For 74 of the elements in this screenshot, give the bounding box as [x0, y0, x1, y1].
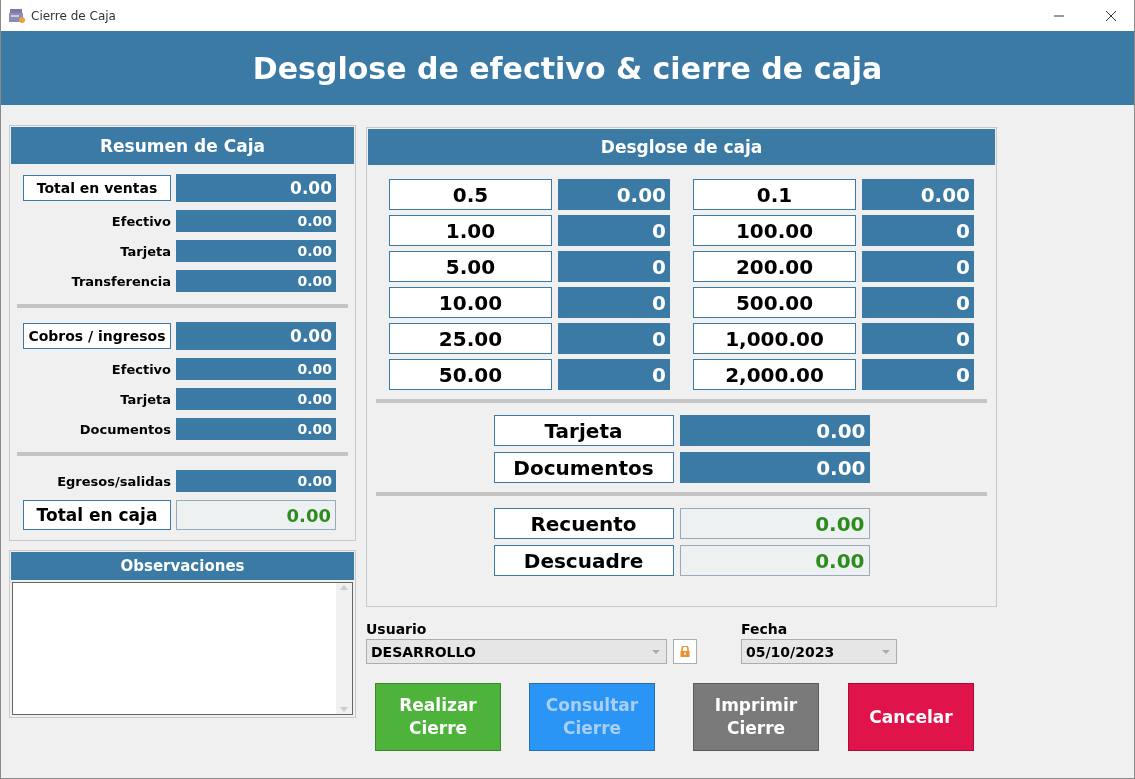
date-picker[interactable]: 05/10/2023: [741, 639, 897, 664]
scroll-down-icon[interactable]: [340, 707, 348, 712]
page-title: Desglose de efectivo & cierre de caja: [252, 50, 883, 86]
lock-button[interactable]: [673, 639, 697, 664]
summary-label: Egresos/salidas: [57, 473, 171, 489]
summary-label: Tarjeta: [120, 391, 171, 407]
count-field[interactable]: 0.00: [862, 179, 974, 210]
action-button[interactable]: Realizar Cierre: [375, 683, 501, 751]
summary-label: Documentos: [79, 421, 171, 437]
count-field[interactable]: 0: [862, 287, 974, 318]
amount-field[interactable]: 0.00: [679, 452, 870, 483]
amount-field: 0.00: [176, 270, 336, 292]
action-button[interactable]: Cancelar: [848, 683, 974, 751]
amount-field: 0.00: [176, 240, 336, 262]
window-title: Cierre de Caja: [31, 8, 117, 23]
count-field[interactable]: 0: [862, 251, 974, 282]
summary-label: Efectivo: [111, 213, 171, 229]
amount-field[interactable]: 0.00: [679, 415, 870, 446]
amount-field: 0.00: [176, 358, 336, 380]
action-button[interactable]: Imprimir Cierre: [693, 683, 819, 751]
amount-field: 0.00: [176, 174, 336, 202]
payment-label: Documentos: [493, 452, 674, 483]
panel-title: Resumen de Caja: [11, 127, 354, 164]
denomination-label: 10.00: [389, 287, 552, 318]
panel-title: Desglose de caja: [368, 129, 995, 165]
count-field[interactable]: 0.00: [558, 179, 670, 210]
lock-icon: [680, 646, 690, 657]
denomination-label: 500.00: [693, 287, 856, 318]
summary-label: Efectivo: [111, 361, 171, 377]
payment-label: Tarjeta: [493, 415, 674, 446]
count-field[interactable]: 0: [558, 359, 670, 390]
amount-field: 0.00: [176, 210, 336, 232]
denomination-label: 200.00: [693, 251, 856, 282]
dropdown-caret-icon[interactable]: [882, 649, 890, 654]
denomination-label: 0.5: [389, 179, 552, 210]
field-label: Usuario: [366, 621, 428, 637]
total-field: 0.00: [176, 500, 336, 530]
result-label: Descuadre: [493, 545, 674, 576]
count-field[interactable]: 0: [862, 323, 974, 354]
denomination-label: 100.00: [693, 215, 856, 246]
denomination-label: 25.00: [389, 323, 552, 354]
close-icon: [1106, 10, 1116, 21]
scroll-up-icon[interactable]: [340, 585, 348, 590]
dropdown-caret-icon[interactable]: [652, 649, 660, 654]
denomination-label: 5.00: [389, 251, 552, 282]
count-field[interactable]: 0: [558, 251, 670, 282]
user-dropdown[interactable]: DESARROLLO: [366, 639, 667, 664]
amount-field: 0.00: [176, 388, 336, 410]
denomination-label: 50.00: [389, 359, 552, 390]
panel-title: Observaciones: [11, 552, 354, 580]
count-field[interactable]: 0: [862, 359, 974, 390]
amount-field: 0.00: [176, 418, 336, 440]
summary-label: Tarjeta: [120, 243, 171, 259]
amount-field: 0.00: [176, 322, 336, 350]
count-field[interactable]: 0: [862, 215, 974, 246]
denomination-label: 2,000.00: [693, 359, 856, 390]
summary-label: Total en caja: [23, 500, 171, 530]
field-label: Fecha: [741, 621, 789, 637]
summary-label: Cobros / ingresos: [23, 323, 171, 349]
amount-field: 0.00: [176, 470, 336, 492]
count-field[interactable]: 0: [558, 287, 670, 318]
notes-field[interactable]: [12, 582, 353, 715]
summary-label: Transferencia: [71, 273, 171, 289]
result-label: Recuento: [493, 508, 674, 539]
denomination-label: 1,000.00: [693, 323, 856, 354]
cash-register-icon: [9, 8, 25, 23]
summary-label: Total en ventas: [23, 175, 171, 201]
count-field[interactable]: 0: [558, 215, 670, 246]
denomination-label: 1.00: [389, 215, 552, 246]
result-field: 0.00: [679, 508, 870, 539]
scrollbar[interactable]: [336, 583, 352, 714]
count-field[interactable]: 0: [558, 323, 670, 354]
denomination-label: 0.1: [693, 179, 856, 210]
result-field: 0.00: [679, 545, 870, 576]
